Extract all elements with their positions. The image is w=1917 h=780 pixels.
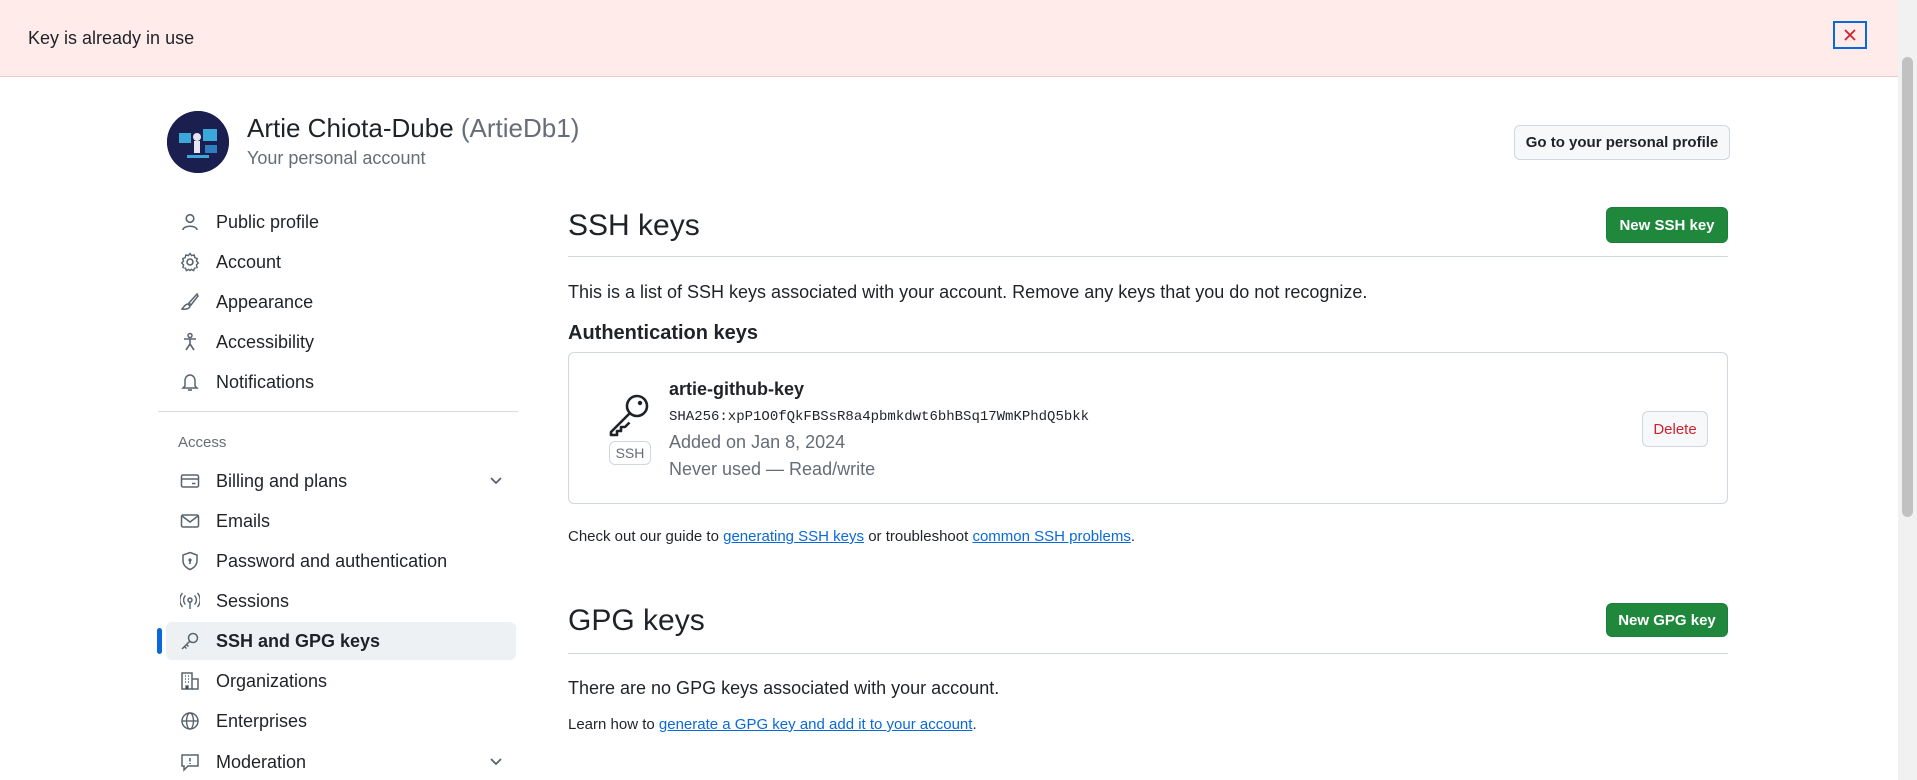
profile-name: Artie Chiota-Dube (ArtieDb1) xyxy=(247,113,579,144)
sidebar-item-label: Public profile xyxy=(216,211,320,232)
learn-suffix: . xyxy=(972,716,977,733)
sidebar-item-accessibility[interactable]: Accessibility xyxy=(166,323,516,361)
shield-lock-icon xyxy=(178,549,202,573)
sidebar-item-label: Enterprises xyxy=(216,710,308,731)
ssh-guide-text: Check out our guide to generating SSH ke… xyxy=(568,528,1135,545)
sidebar-item-label: Sessions xyxy=(216,590,290,611)
flash-error-banner: Key is already in use xyxy=(0,0,1898,77)
ssh-key-list-item: SSH artie-github-key SHA256:xpP1O0fQkFBS… xyxy=(568,352,1728,504)
mail-icon xyxy=(178,509,202,533)
page-scrollbar[interactable] xyxy=(1898,0,1917,780)
ssh-description: This is a list of SSH keys associated wi… xyxy=(568,282,1368,302)
key-icon xyxy=(178,629,202,653)
sidebar-item-ssh-and-gpg-keys[interactable]: SSH and GPG keys xyxy=(166,622,516,660)
accessibility-icon xyxy=(178,330,202,354)
sidebar-item-label: Password and authentication xyxy=(216,550,448,571)
sidebar-item-public-profile[interactable]: Public profile xyxy=(166,203,516,241)
scrollbar-thumb[interactable] xyxy=(1902,57,1913,517)
new-gpg-key-button[interactable]: New GPG key xyxy=(1606,603,1728,637)
guide-suffix: . xyxy=(1130,528,1135,545)
generating-ssh-keys-link[interactable]: generating SSH keys xyxy=(723,528,864,545)
organization-icon xyxy=(178,669,202,693)
authentication-keys-heading: Authentication keys xyxy=(568,322,759,344)
gpg-learn-text: Learn how to generate a GPG key and add … xyxy=(568,716,977,733)
sidebar-item-label: Emails xyxy=(216,510,271,531)
flash-close-button[interactable] xyxy=(1833,21,1867,49)
bell-icon xyxy=(178,370,202,394)
go-to-personal-profile-button[interactable]: Go to your personal profile xyxy=(1514,125,1730,160)
sidebar-item-label: Appearance xyxy=(216,291,314,312)
sidebar-item-organizations[interactable]: Organizations xyxy=(166,662,516,700)
globe-icon xyxy=(178,709,202,733)
sidebar-item-label: Account xyxy=(216,251,282,272)
paintbrush-icon xyxy=(178,290,202,314)
ssh-keys-title: SSH keys xyxy=(568,209,700,242)
profile-subtitle: Your personal account xyxy=(247,148,426,168)
x-icon xyxy=(1844,29,1856,41)
report-icon xyxy=(178,750,202,774)
sidebar-item-billing-and-plans[interactable]: Billing and plans xyxy=(166,462,516,500)
active-indicator xyxy=(157,628,162,654)
key-fingerprint: SHA256:xpP1O0fQkFBSsR8a4pbmkdwt6bhBSq17W… xyxy=(669,409,1090,425)
credit-card-icon xyxy=(178,469,202,493)
key-added-date: Added on Jan 8, 2024 xyxy=(669,432,846,452)
sidebar-item-enterprises[interactable]: Enterprises xyxy=(166,702,516,740)
sidebar-item-label: Notifications xyxy=(216,371,315,392)
key-icon xyxy=(607,391,653,442)
sidebar-item-label: Moderation xyxy=(216,751,307,772)
key-usage: Never used — Read/write xyxy=(669,459,876,479)
gpg-empty-text: There are no GPG keys associated with yo… xyxy=(568,678,1000,698)
guide-prefix: Check out our guide to xyxy=(568,528,724,545)
chevron-down-icon xyxy=(488,472,504,493)
profile-display-name: Artie Chiota-Dube xyxy=(247,113,454,143)
gpg-divider xyxy=(568,653,1728,654)
sidebar-heading-access: Access xyxy=(178,434,227,451)
chevron-down-icon xyxy=(488,753,504,774)
person-icon xyxy=(178,210,202,234)
ssh-divider xyxy=(568,256,1728,257)
sidebar-item-emails[interactable]: Emails xyxy=(166,502,516,540)
sidebar-item-appearance[interactable]: Appearance xyxy=(166,283,516,321)
sidebar-item-sessions[interactable]: Sessions xyxy=(166,582,516,620)
sidebar-item-label: SSH and GPG keys xyxy=(216,630,381,651)
sidebar-item-notifications[interactable]: Notifications xyxy=(166,363,516,401)
guide-middle: or troubleshoot xyxy=(864,528,973,545)
common-ssh-problems-link[interactable]: common SSH problems xyxy=(972,528,1130,545)
sidebar-item-label: Accessibility xyxy=(216,331,315,352)
gear-icon xyxy=(178,250,202,274)
learn-prefix: Learn how to xyxy=(568,716,659,733)
new-ssh-key-button[interactable]: New SSH key xyxy=(1606,207,1728,243)
sidebar-item-label: Billing and plans xyxy=(216,470,348,491)
flash-message: Key is already in use xyxy=(28,28,195,48)
ssh-badge: SSH xyxy=(609,441,651,465)
generate-gpg-key-link[interactable]: generate a GPG key and add it to your ac… xyxy=(659,716,973,733)
sidebar-item-moderation[interactable]: Moderation xyxy=(166,743,516,780)
gpg-keys-title: GPG keys xyxy=(568,604,705,637)
profile-login: (ArtieDb1) xyxy=(460,113,580,143)
sidebar-item-password-and-authentication[interactable]: Password and authentication xyxy=(166,542,516,580)
avatar-image-icon xyxy=(167,111,229,173)
key-title: artie-github-key xyxy=(669,379,805,399)
sidebar-divider xyxy=(158,411,518,412)
broadcast-icon xyxy=(178,589,202,613)
avatar[interactable] xyxy=(167,111,229,173)
sidebar-item-label: Organizations xyxy=(216,670,328,691)
sidebar-item-account[interactable]: Account xyxy=(166,243,516,281)
delete-key-button[interactable]: Delete xyxy=(1642,411,1708,447)
